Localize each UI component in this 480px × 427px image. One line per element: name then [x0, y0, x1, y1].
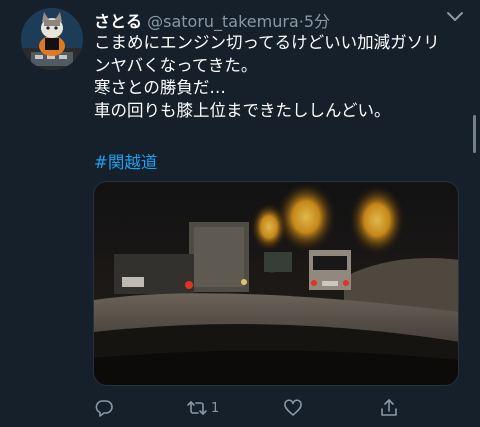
avatar[interactable] [21, 8, 83, 70]
share-icon [379, 398, 399, 418]
reply-button[interactable] [94, 396, 114, 420]
retweet-button[interactable]: 1 [186, 396, 219, 420]
hashtag-link[interactable]: #関越道 [94, 149, 157, 173]
tweet-text-line: こまめにエンジン切ってるけどいい加減ガソリ [94, 33, 440, 52]
tweet-header: さとる @satoru_takemura·5分 [94, 8, 440, 31]
tweet-text: こまめにエンジン切ってるけどいい加減ガソリ ンヤバくなってきた。 寒さとの勝負だ… [94, 32, 466, 122]
tweet-text-line: 寒さとの勝負だ… [94, 78, 226, 98]
tweet-actions: 1 [94, 396, 434, 422]
chevron-down-icon[interactable] [444, 10, 466, 24]
retweet-count: 1 [211, 400, 220, 416]
display-name[interactable]: さとる [94, 12, 142, 31]
reply-icon [94, 398, 114, 418]
tweet[interactable]: さとる @satoru_takemura·5分 こまめにエンジン切ってるけどいい… [0, 0, 480, 427]
tweet-text-line: 車の回りも膝上位まできたししんどい。 [94, 100, 391, 120]
tweet-text-line: ンヤバくなってきた。 [94, 55, 258, 75]
share-button[interactable] [379, 396, 399, 420]
tweet-photo[interactable] [93, 181, 459, 386]
user-handle[interactable]: @satoru_takemura [147, 12, 299, 31]
like-button[interactable] [283, 396, 303, 420]
scrollbar[interactable] [473, 115, 476, 153]
heart-icon [283, 398, 303, 418]
retweet-icon [186, 398, 208, 418]
tweet-timestamp[interactable]: 5分 [304, 12, 330, 31]
